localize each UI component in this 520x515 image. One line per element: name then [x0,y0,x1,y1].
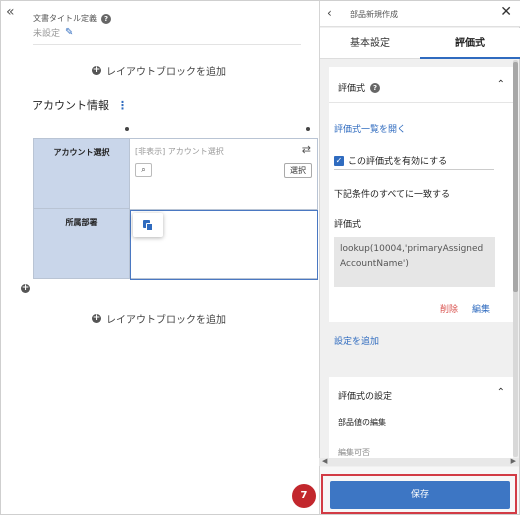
chevron-up-icon[interactable]: ⌃ [497,79,505,90]
formula-settings-subtitle: 部品値の編集 [338,418,386,427]
add-setting-link[interactable]: 設定を追加 [334,334,379,347]
search-icon[interactable]: ⌕ [135,163,152,177]
grid-label-account-select[interactable]: アカウント選択 [34,139,129,209]
divider [334,169,494,170]
expression-value: lookup(10004,'primaryAssignedAccountName… [334,237,495,287]
help-icon[interactable]: ? [370,82,381,93]
add-layout-block-button-bottom[interactable]: + レイアウトブロックを追加 [92,311,226,326]
close-icon[interactable]: ✕ [500,4,512,20]
section-title-text: アカウント情報 [32,99,109,112]
resize-handle-top-right[interactable] [306,127,310,131]
scroll-left-icon[interactable]: ◀ [322,457,327,465]
chevron-up-icon[interactable]: ⌃ [497,387,505,398]
divider [33,44,301,45]
doc-title-value-text: 未設定 [33,29,61,39]
resize-handle-top[interactable] [125,127,129,131]
doc-title-value[interactable]: 未設定 ✎ [33,26,73,39]
collapse-panel-icon[interactable]: « [6,5,15,19]
pencil-icon[interactable]: ✎ [65,27,73,38]
tab-bar: 基本設定 評価式 [320,28,520,59]
divider [329,102,513,103]
grid-cell-account-select[interactable]: [非表示] アカウント選択 ⇄ ⌕ 選択 [130,139,317,209]
swap-icon[interactable]: ⇄ [302,143,311,156]
grid-label-department[interactable]: 所属部署 [34,209,129,278]
formula-card-title-text: 評価式 [338,84,366,94]
help-icon[interactable]: ? [101,13,111,24]
step-badge: 7 [292,484,316,508]
copy-icon [143,219,153,231]
expression-label: 評価式 [334,220,362,230]
edit-link[interactable]: 編集 [472,302,490,315]
formula-settings-card: 評価式の設定 ⌃ 部品値の編集 編集可否 [329,377,513,461]
plus-circle-icon: + [92,65,101,75]
back-icon[interactable]: ‹ [327,6,332,20]
properties-panel: ‹ 部品新規作成 ✕ 基本設定 評価式 評価式 ? ⌃ 評価式一覧を開く ✓ こ… [319,1,520,514]
open-formula-list-link[interactable]: 評価式一覧を開く [334,122,406,135]
panel-header: ‹ 部品新規作成 ✕ [320,1,520,27]
scrollbar-thumb[interactable] [513,62,518,292]
tab-formula[interactable]: 評価式 [420,28,520,59]
copy-button[interactable] [133,213,163,237]
condition-text: 下記条件のすべてに一致する [334,190,451,200]
scroll-right-icon[interactable]: ▶ [511,457,516,465]
save-button[interactable]: 保存 [330,481,510,509]
layout-grid: アカウント選択 所属部署 [非表示] アカウント選択 ⇄ ⌕ 選択 [33,138,318,280]
kebab-menu-icon[interactable]: ⋮ [117,99,128,112]
enable-formula-checkbox[interactable]: ✓ [334,155,344,166]
doc-title-label: 文書タイトル定義 ? [33,13,111,24]
add-layout-block-label: レイアウトブロックを追加 [106,67,226,78]
delete-link[interactable]: 削除 [440,302,458,315]
tab-basic-settings[interactable]: 基本設定 [320,28,420,59]
plus-circle-icon: + [21,283,30,293]
select-button[interactable]: 選択 [284,163,312,178]
grid-cell-department[interactable] [130,210,318,280]
doc-title-label-text: 文書タイトル定義 [33,14,97,23]
formula-settings-partial: 編集可否 [338,448,370,457]
add-row-button[interactable]: + [21,282,30,293]
add-layout-block-button-top[interactable]: + レイアウトブロックを追加 [92,63,226,78]
enable-formula-label: この評価式を有効にする [348,157,448,167]
formula-card-title: 評価式 ? [338,81,381,94]
add-layout-block-label: レイアウトブロックを追加 [106,315,226,326]
layout-editor-panel: « 文書タイトル定義 ? 未設定 ✎ + レイアウトブロックを追加 アカウント情… [1,1,319,514]
plus-circle-icon: + [92,313,101,323]
section-title: アカウント情報 ⋮ [32,97,128,113]
hidden-field-label: [非表示] アカウント選択 [135,147,224,156]
horizontal-scrollbar[interactable]: ◀ ▶ [319,457,519,466]
formula-settings-title: 評価式の設定 [338,392,393,402]
panel-header-title: 部品新規作成 [350,10,398,19]
enable-formula-checkbox-row[interactable]: ✓ この評価式を有効にする [334,154,447,167]
